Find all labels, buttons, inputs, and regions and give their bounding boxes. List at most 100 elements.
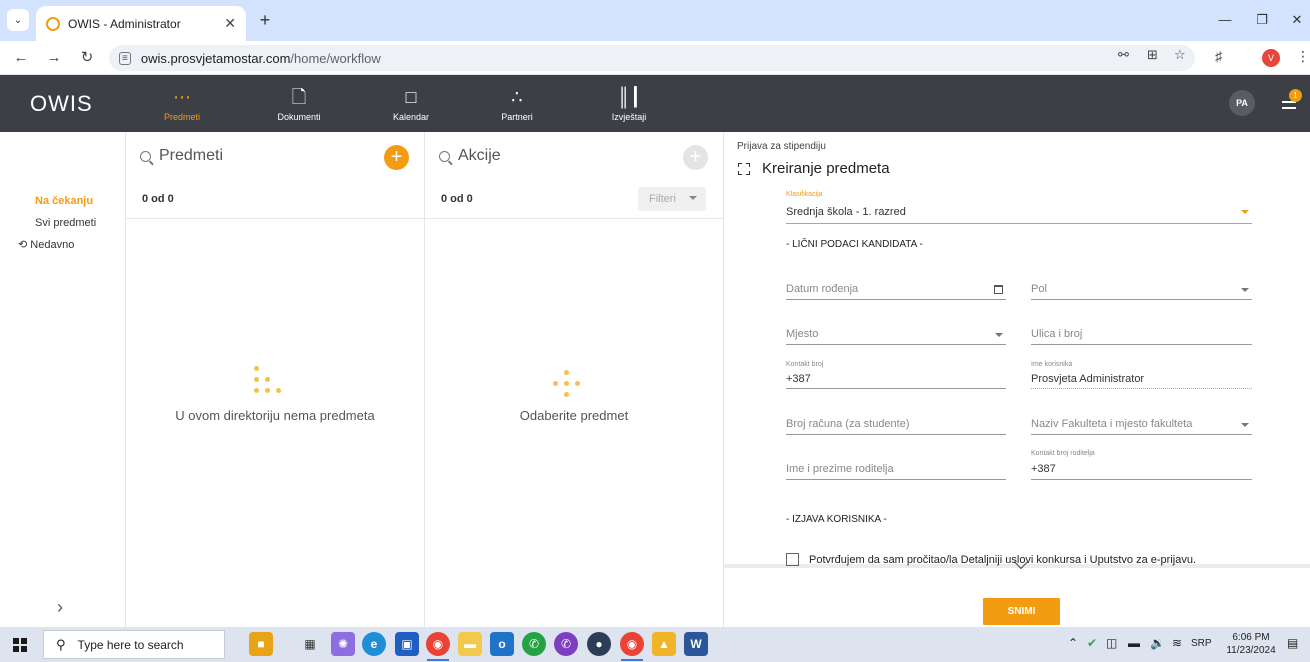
kontakt-roditelja-field[interactable]: Kontakt broj roditelja +387 [1031,450,1252,480]
pol-select[interactable]: Pol [1031,280,1252,300]
battery-icon[interactable]: ▬ [1128,636,1140,650]
url-host: owis.prosvjetamostar.com [140,50,291,66]
browser-menu-icon[interactable]: ⋮ [1296,48,1310,65]
edge-browser-icon[interactable]: e [362,632,386,656]
field-underline [1031,434,1252,435]
word-icon[interactable]: W [684,632,708,656]
volume-icon[interactable]: 🔉 [1150,636,1165,650]
input-language[interactable]: SRP [1191,638,1212,649]
confirm-checkbox-row[interactable]: Potvrđujem da sam pročitao/la Detaljniji… [786,553,1196,566]
ime-roditelja-field[interactable]: Ime i prezime roditelja [786,460,1006,480]
tray-chevron-up-icon[interactable]: ⌃ [1068,636,1078,650]
install-app-icon[interactable]: ⊞ [1147,47,1158,63]
forward-arrow-icon[interactable]: → [43,47,65,69]
store-icon[interactable]: ▣ [395,632,419,656]
nav-label: Izvještaji [611,112,647,122]
url-path: /home/workflow [290,50,381,66]
tab-search-chevron-icon[interactable]: ⌄ [7,9,29,31]
url-omnibox[interactable]: ≡ owis.prosvjetamostar.com/home/workflow [109,45,1195,71]
section-title-izjava: - IZJAVA KORISNIKA - [786,514,887,525]
create-case-form: Prijava za stipendiju Kreiranje predmeta… [724,132,1310,627]
reload-icon[interactable]: ↻ [76,47,98,69]
bookmark-star-icon[interactable]: ☆ [1174,47,1186,63]
minimize-icon[interactable]: — [1208,8,1242,32]
notifications-button[interactable]: 1 [1278,89,1306,119]
nav-kalendar[interactable]: □ Kalendar [371,75,451,132]
owis-favicon-icon [46,16,60,31]
security-check-icon[interactable]: ✔ [1087,636,1097,650]
section-title-personal: - LIČNI PODACI KANDIDATA - [786,239,923,250]
datum-rodjenja-field[interactable]: Datum rođenja [786,280,1006,300]
mjesto-select[interactable]: Mjesto [786,325,1006,345]
document-icon: 🗋 [291,87,307,107]
nav-predmeti[interactable]: ⋯ Predmeti [142,75,222,132]
outlook-icon[interactable]: o [490,632,514,656]
windows-taskbar: ⚲ Type here to search ■ ▦ ✺ e ▣ ◉ ▬ o ✆ … [0,627,1310,662]
notification-center-icon[interactable]: ▤ [1287,636,1298,650]
sidebar-item-svi-predmeti[interactable]: Svi predmeti [35,217,96,229]
fakultet-select[interactable]: Naziv Fakulteta i mjesto fakulteta [1031,415,1252,435]
filter-dropdown[interactable]: Filteri [638,187,706,211]
taskbar-search-input[interactable]: ⚲ Type here to search [43,630,225,659]
task-view-icon[interactable]: ▦ [298,632,322,656]
broj-racuna-field[interactable]: Broj računa (za studente) [786,415,1006,435]
sidebar-item-na-cekanju[interactable]: Na čekanju [35,195,93,207]
display-icon[interactable]: ◫ [1106,636,1117,650]
form-title-row: Kreiranje predmeta [738,160,890,177]
sidebar-item-label: Nedavno [30,239,75,251]
add-predmet-button[interactable]: + [384,145,409,170]
add-akcija-button[interactable]: + [683,145,708,170]
file-explorer-icon[interactable]: ▬ [458,632,482,656]
user-avatar[interactable]: PA [1229,90,1255,116]
windows-start-icon[interactable] [13,638,27,652]
app-icon[interactable]: ● [587,632,611,656]
nav-izvjestaji[interactable]: ║┃ Izvještaji [589,75,669,132]
sidebar-item-nedavno[interactable]: ⟲ Nedavno [18,238,74,251]
extensions-puzzle-icon[interactable]: ♯ [1215,48,1222,64]
active-app-indicator [621,659,643,661]
calendar-icon[interactable] [994,285,1003,294]
grid-dots-icon: ⋯ [173,87,191,107]
viber-icon[interactable]: ✆ [554,632,578,656]
browser-tab-bar: ⌄ OWIS - Administrator ✕ + — ❐ ✕ [0,0,1310,41]
maximize-icon[interactable]: ❐ [1245,8,1279,32]
caret-down-icon [1241,423,1249,427]
app-header: OWIS ⋯ Predmeti 🗋 Dokumenti □ Kalendar ∴… [0,75,1310,132]
chrome-icon[interactable]: ◉ [426,632,450,656]
kontakt-broj-field[interactable]: Kontakt broj +387 [786,361,1006,389]
system-clock[interactable]: 6:06 PM 11/23/2024 [1221,631,1281,657]
wifi-icon[interactable]: ≋ [1172,636,1182,650]
nav-dokumenti[interactable]: 🗋 Dokumenti [259,75,339,132]
close-window-icon[interactable]: ✕ [1280,8,1310,32]
klasifikacija-select[interactable]: Klasifikacija Srednja škola - 1. razred [786,191,1252,224]
site-info-icon[interactable]: ≡ [119,51,131,65]
password-key-icon[interactable]: ⚯ [1118,47,1129,63]
chrome-profile-icon[interactable]: ◉ [620,632,644,656]
bar-chart-icon: ║┃ [617,87,641,107]
owis-logo[interactable]: OWIS [30,91,93,117]
nav-label: Dokumenti [277,112,321,122]
browser-address-bar: ← → ↻ ≡ owis.prosvjetamostar.com/home/wo… [0,41,1310,75]
chevron-right-icon[interactable]: › [57,597,63,618]
breadcrumb[interactable]: Prijava za stipendiju [737,141,826,152]
tab-close-icon[interactable]: ✕ [224,15,236,32]
fullscreen-icon[interactable] [738,162,750,175]
ulica-field[interactable]: Ulica i broj [1031,325,1252,345]
save-button[interactable]: SNIMI [983,598,1060,625]
new-tab-icon[interactable]: + [254,9,276,31]
akcije-search[interactable]: Akcije [439,147,501,165]
photos-icon[interactable]: ▲ [652,632,676,656]
copilot-icon[interactable]: ✺ [331,632,355,656]
field-value: +387 [1031,463,1056,475]
predmeti-search[interactable]: Predmeti [140,147,223,165]
browser-tab[interactable]: OWIS - Administrator ✕ [36,6,246,41]
field-placeholder: Ime i prezime roditelja [786,463,894,475]
back-arrow-icon[interactable]: ← [10,47,32,69]
field-underline [786,434,1006,435]
briefcase-app-icon[interactable]: ■ [249,632,273,656]
whatsapp-icon[interactable]: ✆ [522,632,546,656]
search-icon [439,150,450,162]
browser-profile-avatar[interactable]: V [1262,49,1280,67]
nav-partneri[interactable]: ∴ Partneri [477,75,557,132]
confirm-checkbox[interactable] [786,553,799,566]
